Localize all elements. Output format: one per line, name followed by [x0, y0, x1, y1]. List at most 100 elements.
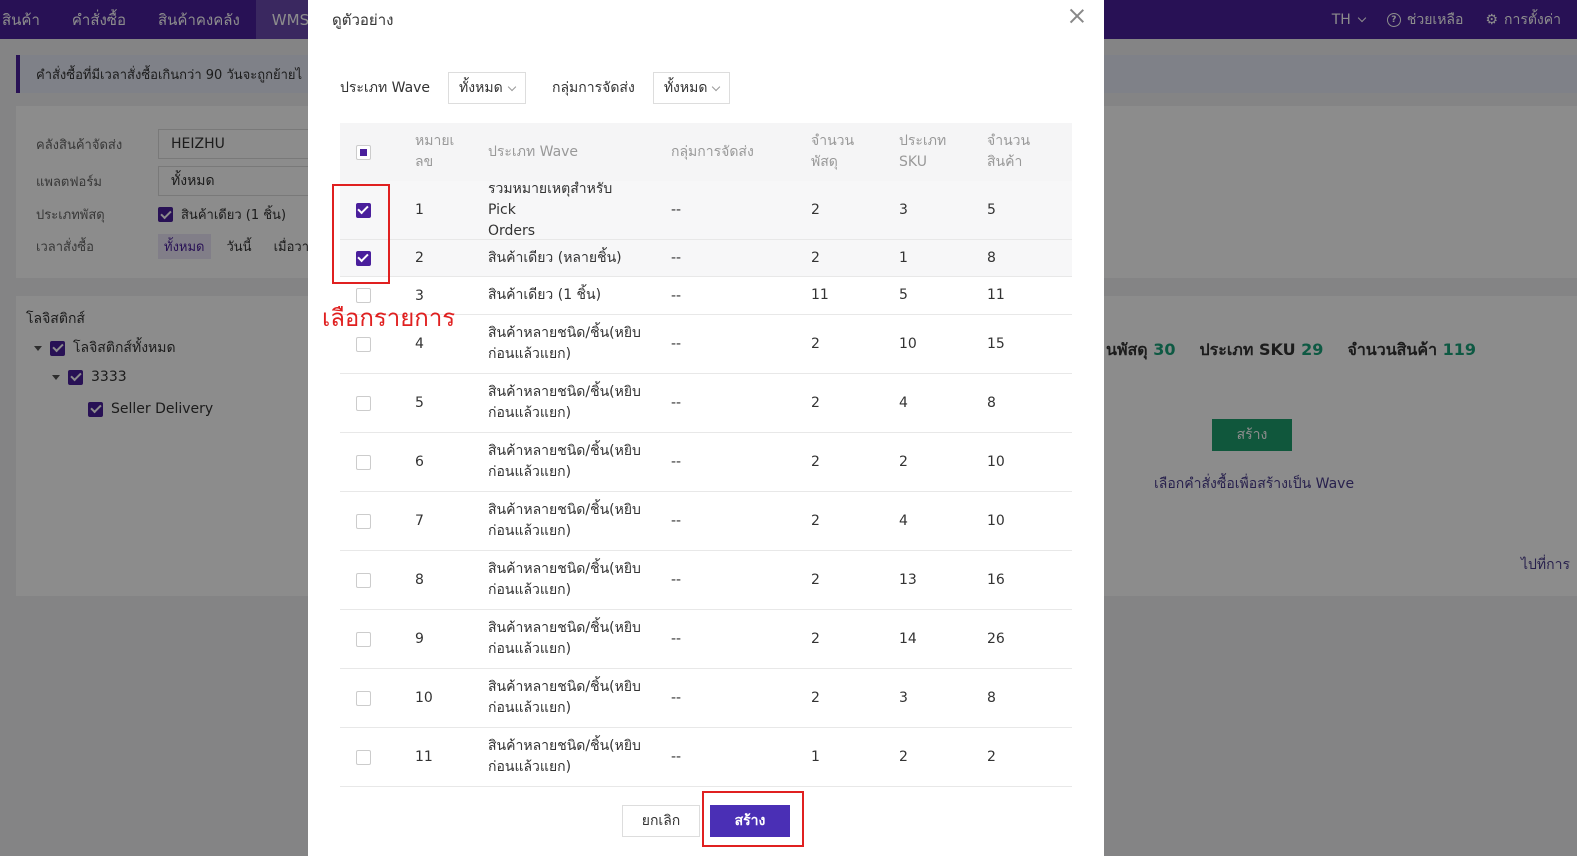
row-wave-type-line1: สินค้าหลายชนิด/ชิ้น(หยิบ	[488, 325, 641, 341]
row-checkbox[interactable]	[355, 454, 371, 470]
table-row[interactable]: 5 สินค้าหลายชนิด/ชิ้น(หยิบ ก่อนแล้วแยก) -- 2…	[340, 374, 1072, 433]
row-qty: 2	[987, 748, 996, 765]
row-shipping-group: --	[671, 287, 682, 304]
row-wave-type-line1: สินค้าเดียว (หลายชิ้น)	[488, 249, 622, 266]
row-wave-type-line1: สินค้าหลายชนิด/ชิ้น(หยิบ	[488, 443, 641, 459]
row-number: 5	[415, 395, 424, 411]
row-number: 2	[415, 250, 424, 266]
row-qty: 16	[987, 571, 1005, 588]
row-wave-type-line1: รวมหมายเหตุสำหรับ Pick	[488, 180, 613, 218]
row-parcels: 2	[811, 335, 820, 352]
chevron-down-icon	[507, 82, 516, 91]
cancel-button[interactable]: ยกเลิก	[622, 805, 700, 837]
row-qty: 8	[987, 689, 996, 706]
row-parcels: 2	[811, 394, 820, 411]
col-parcels: จำนวน พัสดุ	[795, 131, 883, 173]
wave-type-select[interactable]: ทั้งหมด	[448, 72, 526, 104]
row-sku: 13	[899, 571, 917, 588]
row-wave-type: สินค้าหลายชนิด/ชิ้น(หยิบก่อนแล้วแยก)	[460, 618, 643, 660]
shipping-group-filter: กลุ่มการจัดส่ง ทั้งหมด	[552, 72, 731, 104]
row-wave-type-line1: สินค้าหลายชนิด/ชิ้น(หยิบ	[488, 502, 641, 518]
row-qty: 26	[987, 630, 1005, 647]
row-number: 1	[415, 202, 424, 218]
row-qty: 8	[987, 249, 996, 266]
col-number-line2: ลข	[415, 154, 434, 170]
row-wave-type-line2: ก่อนแล้วแยก)	[488, 523, 572, 539]
row-parcels: 2	[811, 453, 820, 470]
row-shipping-group: --	[671, 202, 682, 218]
row-wave-type-line2: ก่อนแล้วแยก)	[488, 464, 572, 480]
annotation-label: เลือกรายการ	[322, 304, 456, 332]
row-wave-type: สินค้าเดียว (หลายชิ้น)	[460, 248, 643, 269]
row-wave-type: สินค้าหลายชนิด/ชิ้น(หยิบ ก่อนแล้วแยก)	[460, 382, 643, 424]
row-number: 11	[415, 749, 433, 765]
wave-table: หมายเ ลข ประเภท Wave กลุ่มการจัดส่ง จำนวน…	[340, 123, 1072, 787]
row-wave-type-line1: สินค้าหลายชนิด/ชิ้น(หยิบ	[488, 738, 641, 754]
row-shipping-group: --	[671, 395, 682, 411]
table-header: หมายเ ลข ประเภท Wave กลุ่มการจัดส่ง จำนวน…	[340, 123, 1072, 181]
row-wave-type-line2: ก่อนแล้วแยก)	[488, 641, 572, 657]
close-icon[interactable]	[1068, 7, 1086, 25]
table-body: 1 รวมหมายเหตุสำหรับ Pick Orders -- 2 3 5 2 สินค้…	[340, 181, 1072, 787]
row-wave-type-line2: ก่อนแล้วแยก)	[488, 759, 572, 775]
table-row[interactable]: 1 รวมหมายเหตุสำหรับ Pick Orders -- 2 3 5	[340, 181, 1072, 240]
row-wave-type-line2: Orders	[488, 222, 536, 239]
table-row[interactable]: 10 สินค้าหลายชนิด/ชิ้น(หยิบ ก่อนแล้วแยก) --…	[340, 669, 1072, 728]
row-checkbox[interactable]	[355, 395, 371, 411]
row-parcels: 2	[811, 689, 820, 706]
row-wave-type: สินค้าหลายชนิด/ชิ้น(หยิบก่อนแล้วแยก)	[460, 323, 643, 365]
row-wave-type-line2: ก่อนแล้วแยก)	[488, 700, 572, 716]
row-checkbox[interactable]	[355, 513, 371, 529]
row-number: 9	[415, 631, 424, 647]
chevron-down-icon	[712, 82, 721, 91]
row-sku: 5	[899, 287, 908, 303]
row-checkbox[interactable]	[355, 749, 371, 765]
row-wave-type-line1: สินค้าเดียว (1 ชิ้น)	[488, 287, 602, 303]
row-wave-type: สินค้าเดียว (1 ชิ้น)	[460, 285, 643, 306]
shipping-group-select[interactable]: ทั้งหมด	[652, 72, 731, 104]
col-qty-line1: จำนวน	[987, 133, 1031, 149]
row-sku: 1	[899, 249, 908, 266]
row-parcels: 1	[811, 748, 820, 765]
row-parcels: 2	[811, 249, 820, 266]
row-checkbox[interactable]	[355, 631, 371, 647]
table-row[interactable]: 6 สินค้าหลายชนิด/ชิ้น(หยิบ ก่อนแล้วแยก) -- 2…	[340, 433, 1072, 492]
table-row[interactable]: 11 สินค้าหลายชนิด/ชิ้น(หยิบ ก่อนแล้วแยก) --…	[340, 728, 1072, 787]
row-checkbox[interactable]	[355, 690, 371, 706]
row-qty: 8	[987, 394, 996, 411]
row-wave-type-line2: ก่อนแล้วแยก)	[488, 582, 572, 598]
row-shipping-group: --	[671, 631, 682, 647]
col-parcels-line1: จำนวน	[811, 133, 855, 149]
row-shipping-group: --	[671, 690, 682, 706]
row-wave-type-line2: ก่อนแล้วแยก)	[488, 405, 572, 421]
row-parcels: 2	[811, 630, 820, 647]
row-wave-type-line1: สินค้าหลายชนิด/ชิ้น(หยิบ	[488, 561, 641, 577]
row-number: 7	[415, 513, 424, 529]
row-parcels: 2	[811, 571, 820, 588]
col-shipping-group: กลุ่มการจัดส่ง	[671, 144, 754, 160]
table-row[interactable]: 8 สินค้าหลายชนิด/ชิ้น(หยิบ ก่อนแล้วแยก) -- 2…	[340, 551, 1072, 610]
row-checkbox[interactable]	[355, 336, 371, 352]
row-number: 4	[415, 336, 424, 352]
row-wave-type-line2: ก่อนแล้วแยก)	[488, 346, 572, 362]
row-qty: 5	[987, 201, 996, 218]
row-wave-type-line1: สินค้าหลายชนิด/ชิ้น(หยิบ	[488, 679, 641, 695]
row-parcels: 2	[811, 201, 820, 218]
row-qty: 10	[987, 512, 1005, 529]
wave-type-label: ประเภท Wave	[340, 80, 431, 96]
row-sku: 14	[899, 630, 917, 647]
col-qty: จำนวนสินค้า	[971, 131, 1071, 173]
table-row[interactable]: 9 สินค้าหลายชนิด/ชิ้น(หยิบก่อนแล้วแยก) -- 2…	[340, 610, 1072, 669]
row-sku: 2	[899, 453, 908, 470]
table-row[interactable]: 2 สินค้าเดียว (หลายชิ้น) -- 2 1 8	[340, 240, 1072, 277]
table-row[interactable]: 7 สินค้าหลายชนิด/ชิ้น(หยิบ ก่อนแล้วแยก) -- 2…	[340, 492, 1072, 551]
row-wave-type: สินค้าหลายชนิด/ชิ้น(หยิบก่อนแล้วแยก)	[460, 736, 643, 778]
col-qty-line2: สินค้า	[987, 154, 1023, 170]
col-number: หมายเ ลข	[386, 131, 460, 173]
row-shipping-group: --	[671, 250, 682, 266]
annotation-checkbox-highlight	[332, 184, 390, 284]
select-all-checkbox[interactable]	[355, 144, 371, 160]
row-checkbox[interactable]	[355, 572, 371, 588]
row-wave-type-line1: สินค้าหลายชนิด/ชิ้น(หยิบ	[488, 620, 641, 636]
wave-type-filter: ประเภท Wave ทั้งหมด	[340, 72, 526, 104]
